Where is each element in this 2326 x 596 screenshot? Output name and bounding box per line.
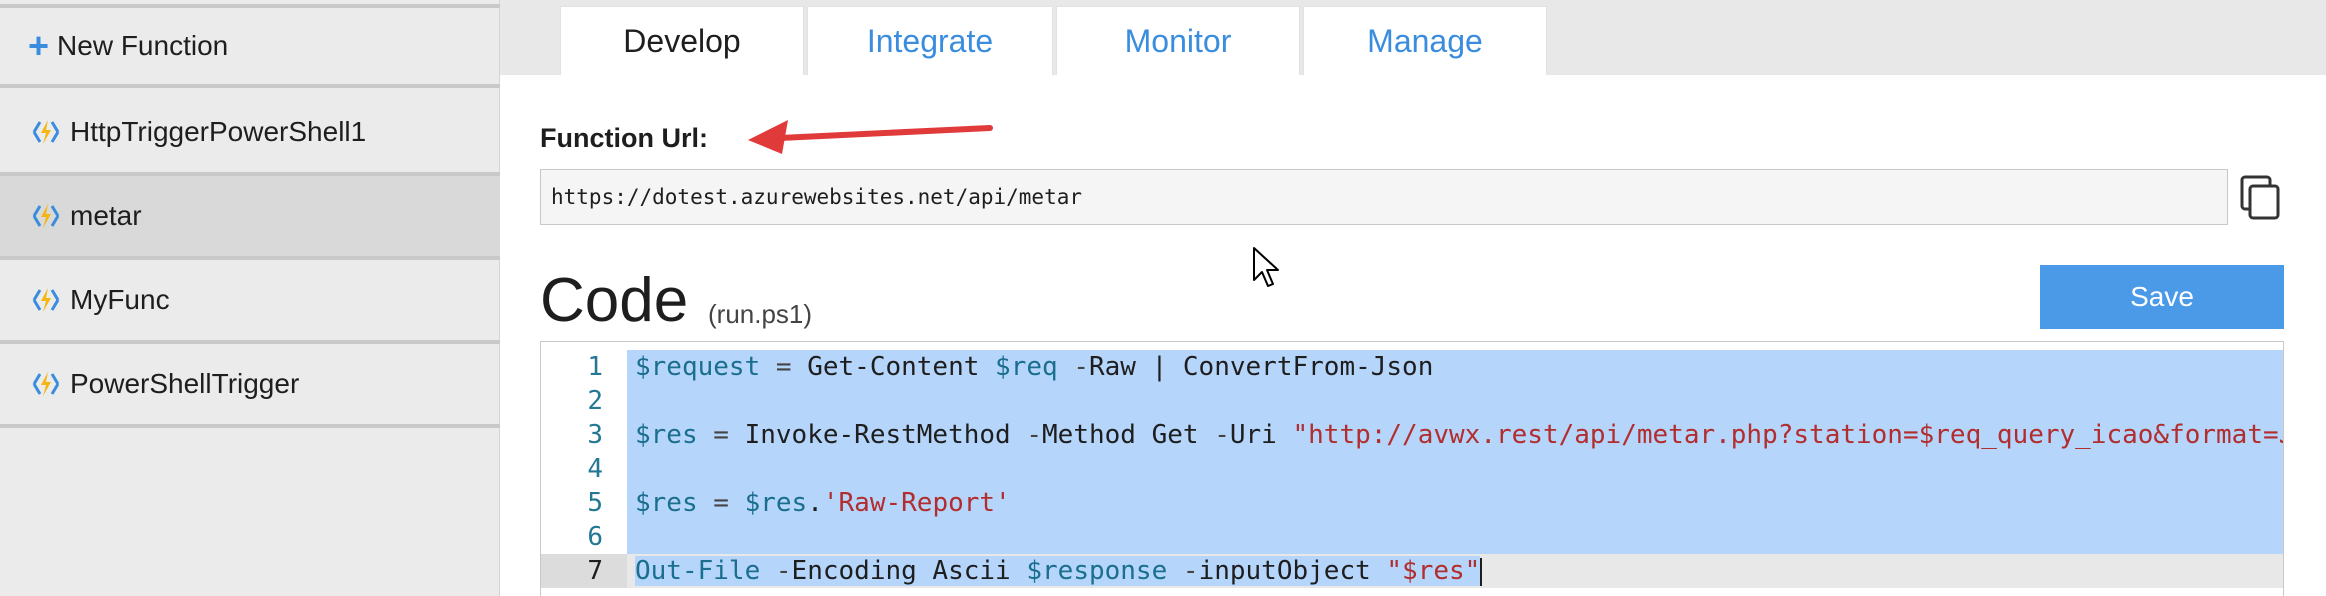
bolt-icon [32,204,60,228]
code-token: - [1026,420,1043,450]
code-token: Invoke-RestMethod [744,420,1027,450]
plus-icon: + [28,25,50,66]
tab-integrate[interactable]: Integrate [807,6,1053,75]
save-button[interactable]: Save [2040,265,2284,329]
tab-bar: Develop Integrate Monitor Manage [500,0,2326,76]
code-line[interactable]: 7 Out-File -Encoding Ascii $response -inp… [541,554,2283,588]
code-token: $res [635,420,698,450]
sidebar-item-label: metar [70,200,142,231]
code-token: "$res" [1386,556,1481,586]
code-token: Get-Content [807,352,996,382]
sidebar-item-label: PowerShellTrigger [70,368,300,399]
code-line[interactable]: 4 [541,452,2283,486]
line-number: 7 [541,554,627,588]
code-file-name: (run.ps1) [708,299,813,329]
code-token: - [1167,556,1199,586]
tab-monitor[interactable]: Monitor [1056,6,1300,75]
copy-icon[interactable] [2238,173,2284,223]
line-number: 6 [587,522,603,552]
code-token: Uri [1229,420,1293,450]
code-token: inputObject [1198,556,1387,586]
code-line[interactable]: 3 $res = Invoke-RestMethod -Method Get -U… [541,418,2284,452]
code-token: $res [744,488,808,518]
code-token: - [1057,352,1089,382]
code-text: $request = Get-Content $req -Raw | Conve… [627,350,2283,384]
new-function-label: New Function [57,30,229,61]
code-token: - [1214,420,1230,450]
code-text [627,452,2283,486]
sidebar-item-httptriggerpowershell1[interactable]: HttpTriggerPowerShell1 [0,92,500,176]
code-token: $res [635,488,698,518]
tab-develop[interactable]: Develop [560,6,804,76]
line-number: 2 [587,386,603,416]
code-line[interactable]: 1 $request = Get-Content $req -Raw | Conv… [541,350,2283,384]
code-token: Encoding Ascii [791,556,1027,586]
sidebar-item-label: MyFunc [70,284,170,315]
code-editor[interactable]: 1 $request = Get-Content $req -Raw | Conv… [540,341,2284,596]
line-number: 4 [587,454,603,484]
code-token: - [760,556,792,586]
line-number: 1 [587,352,603,382]
bolt-icon [32,120,60,144]
function-url-field[interactable]: https://dotest.azurewebsites.net/api/met… [540,169,2228,225]
code-token: Raw | ConvertFrom-Json [1088,352,1434,382]
code-token: = [697,420,745,450]
code-token: = [760,352,808,382]
sidebar-item-myfunc[interactable]: MyFunc [0,260,500,344]
tab-manage[interactable]: Manage [1303,6,1547,75]
line-number: 3 [587,420,603,450]
code-line[interactable]: 5 $res = $res.'Raw-Report' [541,486,2283,520]
code-text: $res = Invoke-RestMethod -Method Get -Ur… [627,418,2284,452]
function-sidebar: + New Function HttpTriggerPowerShell1 me… [0,0,500,596]
code-token: $req [995,352,1058,382]
line-number: 5 [587,488,603,518]
function-url-label: Function Url: [540,123,708,153]
code-token: . [807,488,823,518]
text-caret [1480,557,1483,586]
code-token: Out-File [635,556,761,586]
code-token: $request [635,352,761,382]
code-line[interactable]: 2 [541,384,2283,418]
bolt-icon [32,288,60,312]
code-text [627,384,2283,418]
code-line[interactable]: 6 [541,520,2283,554]
sidebar-item-label: HttpTriggerPowerShell1 [70,116,367,147]
code-token: "http://avwx.rest/api/metar.php?station=… [1292,420,2284,450]
code-text: Out-File -Encoding Ascii $response -inpu… [627,554,2283,588]
code-text: $res = $res.'Raw-Report' [627,486,2283,520]
bolt-icon [32,372,60,396]
code-heading: Code [540,266,689,335]
code-token: Method Get [1042,420,1215,450]
sidebar-item-powershelltrigger[interactable]: PowerShellTrigger [0,344,500,428]
code-token: = [697,488,745,518]
code-token: 'Raw-Report' [822,488,1011,518]
mouse-cursor-icon [1253,247,1279,287]
annotation-arrow-icon [748,120,993,154]
code-token: $response [1026,556,1168,586]
new-function-button[interactable]: + New Function [0,4,500,88]
sidebar-item-metar[interactable]: metar [0,176,500,260]
code-text [627,520,2283,554]
